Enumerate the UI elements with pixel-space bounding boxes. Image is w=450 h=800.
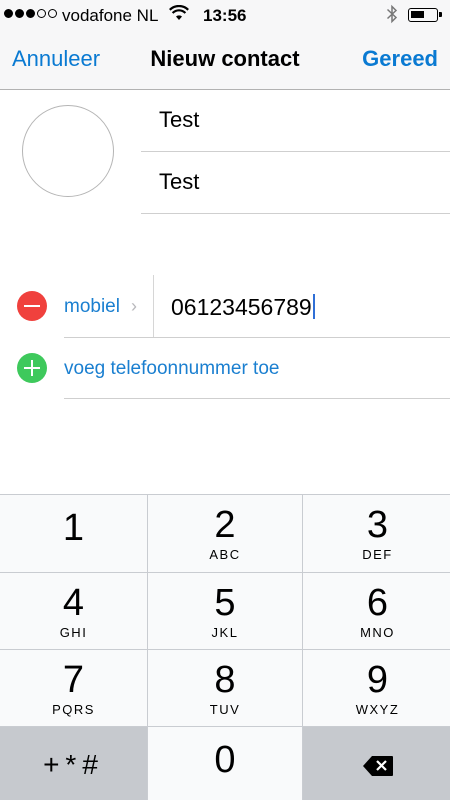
remove-phone-button[interactable] [17,291,47,321]
battery-icon [408,8,442,22]
clock: 13:56 [203,6,247,25]
add-phone-button[interactable] [17,353,47,383]
signal-dot [4,9,13,18]
numeric-keypad: 1 2 ABC 3 DEF 4 GHI 5 JKL 6 MNO 7 PQRS 8… [0,494,450,800]
key-9[interactable]: 9 WXYZ [303,650,450,726]
wifi-icon [169,4,189,26]
delete-key[interactable] [303,727,450,800]
key-2[interactable]: 2 ABC [148,495,302,572]
phone-row: mobiel › 06123456789 [0,275,450,338]
phone-label-selector[interactable]: mobiel [64,296,120,318]
key-6[interactable]: 6 MNO [303,573,450,649]
backspace-icon [362,755,394,782]
signal-strength-icon [4,9,57,18]
text-cursor [312,294,315,319]
add-photo-button[interactable] [22,105,114,197]
carrier-name: vodafone NL [62,6,159,25]
phone-number-input[interactable]: 06123456789 [171,294,315,321]
signal-dot [37,9,46,18]
signal-dot [26,9,35,18]
signal-dot [15,9,24,18]
cancel-button[interactable]: Annuleer [12,46,100,72]
key-3[interactable]: 3 DEF [303,495,450,572]
key-0[interactable]: 0 [148,727,302,800]
bluetooth-icon [386,4,398,29]
done-button[interactable]: Gereed [362,46,438,72]
add-phone-row[interactable]: voeg telefoonnummer toe [0,338,450,399]
navigation-bar: Nieuw contact Annuleer Gereed [0,30,450,90]
status-bar: vodafone NL 13:56 [0,0,450,30]
chevron-right-icon[interactable]: › [131,296,137,317]
signal-dot [48,9,57,18]
symbols-key[interactable]: +*# [0,727,147,800]
last-name-field[interactable]: Test [141,152,450,214]
key-1[interactable]: 1 [0,495,147,572]
first-name-field[interactable]: Test [141,90,450,152]
key-5[interactable]: 5 JKL [148,573,302,649]
phone-number-value: 06123456789 [171,294,312,320]
key-8[interactable]: 8 TUV [148,650,302,726]
key-4[interactable]: 4 GHI [0,573,147,649]
add-phone-label[interactable]: voeg telefoonnummer toe [64,358,279,380]
key-7[interactable]: 7 PQRS [0,650,147,726]
